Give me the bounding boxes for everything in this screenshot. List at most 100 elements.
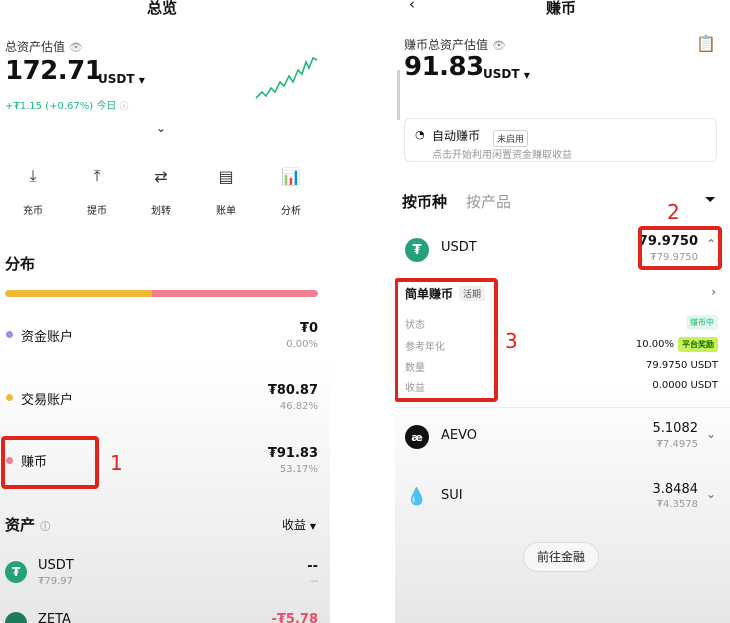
auto-earn-desc: 点击开始利用闲置资金赚取收益 — [432, 150, 572, 161]
chevron-right-icon[interactable]: › — [711, 285, 716, 299]
total-assets-label-text: 总资产估值 — [5, 40, 66, 54]
action-label: 划转 — [151, 206, 171, 217]
filter-icon[interactable]: ⏷ — [705, 192, 716, 208]
chevron-down-icon[interactable]: ⌄ — [706, 487, 716, 501]
status-badge: 赚币中 — [686, 315, 718, 330]
coin-sub-aevo: ₮7.4975 — [656, 439, 698, 450]
info-icon[interactable]: ⓘ — [120, 102, 129, 112]
auto-earn-badge: 未启用 — [493, 127, 529, 147]
asset-value-zeta: -₮5.78 — [271, 612, 318, 623]
caret-down-icon: ▼ — [309, 522, 316, 531]
earn-total-label-text: 赚币总资产估值 — [404, 38, 489, 52]
daily-change-text: +₮1.15 (+0.67%) 今日 — [5, 101, 117, 112]
overview-screen: 总览 总资产估值 👁 172.71 USDT ▼ +₮1.15 (+0.67%)… — [0, 0, 330, 623]
account-name-trading[interactable]: 交易账户 — [21, 389, 73, 408]
action-label: 账单 — [216, 206, 236, 217]
divider — [395, 407, 730, 408]
deposit-icon: ⤓ — [29, 166, 37, 185]
earn-total-value: 91.83 — [404, 52, 484, 82]
tab-by-coin[interactable]: 按币种 — [402, 191, 447, 212]
back-arrow-icon[interactable]: ‹ — [409, 0, 415, 13]
annotation-box-1 — [1, 436, 99, 489]
action-deposit[interactable]: ⤓ 充币 — [5, 158, 61, 217]
daily-change: +₮1.15 (+0.67%) 今日 ⓘ — [5, 97, 129, 112]
detail-value-apr: 10.00% — [635, 339, 674, 350]
page-title: 赚币 — [546, 0, 577, 17]
distribution-bar-earn — [152, 290, 318, 297]
asset-name-usdt[interactable]: USDT — [38, 558, 74, 573]
assets-title: 资产 ⓘ — [5, 514, 50, 535]
total-assets-value: 172.71 — [5, 56, 103, 86]
expand-chevron-icon[interactable]: ⌄ — [156, 121, 166, 135]
platform-reward-badge: 平台奖励 — [678, 337, 718, 352]
currency-label: USDT — [98, 72, 135, 86]
withdraw-icon: ⤒ — [93, 166, 101, 185]
legend-dot — [6, 394, 13, 401]
eye-icon[interactable]: 👁 — [69, 41, 83, 54]
currency-selector[interactable]: USDT ▼ — [98, 72, 145, 86]
account-name-funding[interactable]: 资金账户 — [21, 326, 73, 345]
auto-earn-card[interactable]: ◔ 自动赚币 未启用 点击开始利用闲置资金赚取收益 — [404, 118, 717, 162]
assets-sort-label: 收益 — [282, 518, 307, 532]
tab-by-product[interactable]: 按产品 — [466, 191, 511, 212]
aevo-icon: æ — [405, 425, 429, 449]
account-pct-funding: 0.00% — [286, 339, 318, 350]
distribution-title: 分布 — [5, 255, 36, 273]
coin-amount-sui: 3.8484 — [652, 482, 699, 497]
action-label: 充币 — [23, 206, 43, 217]
account-pct-trading: 46.82% — [279, 401, 318, 412]
scroll-indicator — [397, 70, 400, 120]
assets-title-text: 资产 — [5, 516, 36, 534]
auto-earn-title: 自动赚币 — [432, 129, 481, 143]
auto-earn-icon: ◔ — [415, 128, 425, 141]
earn-total-label: 赚币总资产估值 👁 — [404, 36, 506, 53]
asset-sub-usdt: ₮79.97 — [38, 576, 73, 587]
currency-label: USDT — [483, 67, 520, 81]
zeta-icon — [5, 612, 27, 623]
account-value-funding: ₮0 — [299, 321, 318, 336]
annotation-label-1: 1 — [110, 451, 123, 475]
chevron-down-icon[interactable]: ⌄ — [706, 427, 716, 441]
action-label: 分析 — [281, 206, 301, 217]
coin-name-aevo[interactable]: AEVO — [441, 428, 477, 443]
analysis-icon: 📊 — [281, 166, 301, 186]
sui-icon: 💧 — [406, 487, 428, 507]
account-value-earn: ₮91.83 — [267, 446, 318, 461]
earn-screen: ‹ 赚币 赚币总资产估值 👁 📋 91.83 USDT ▼ ◔ 自动赚币 未启用… — [395, 0, 730, 623]
assets-sort-selector[interactable]: 收益 ▼ — [282, 516, 316, 533]
account-value-trading: ₮80.87 — [267, 383, 318, 398]
page-title: 总览 — [147, 0, 178, 17]
transfer-icon: ⇄ — [154, 166, 168, 186]
caret-down-icon: ▼ — [523, 71, 530, 80]
eye-icon[interactable]: 👁 — [492, 39, 506, 52]
currency-selector[interactable]: USDT ▼ — [483, 67, 530, 81]
coin-amount-aevo: 5.1082 — [652, 421, 699, 436]
action-analysis[interactable]: 📊 分析 — [263, 158, 319, 218]
detail-value-quantity: 79.9750 USDT — [645, 360, 718, 371]
usdt-icon: ₮ — [5, 561, 27, 583]
distribution-bar-trading — [5, 290, 152, 297]
asset-name-zeta[interactable]: ZETA — [38, 612, 71, 623]
detail-value-earnings: 0.0000 USDT — [652, 380, 718, 391]
auto-earn-badge-text: 未启用 — [493, 130, 529, 147]
sparkline-chart — [255, 56, 318, 99]
action-transfer[interactable]: ⇄ 划转 — [133, 158, 189, 218]
total-assets-label: 总资产估值 👁 — [5, 38, 83, 55]
asset-value-usdt: -- — [307, 559, 318, 574]
action-bill[interactable]: ▤ 账单 — [198, 158, 254, 218]
annotation-label-2: 2 — [667, 200, 680, 224]
coin-name-sui[interactable]: SUI — [441, 488, 463, 503]
bill-icon: ▤ — [218, 166, 234, 186]
annotation-box-2 — [638, 226, 722, 270]
action-label: 提币 — [87, 206, 107, 217]
info-icon[interactable]: ⓘ — [40, 522, 50, 533]
asset-value2-usdt: -- — [310, 576, 318, 587]
coin-name-usdt[interactable]: USDT — [441, 240, 477, 255]
annotation-box-3 — [395, 278, 498, 402]
usdt-icon: ₮ — [405, 238, 429, 262]
action-withdraw[interactable]: ⤒ 提币 — [69, 158, 125, 217]
coin-sub-sui: ₮4.3578 — [656, 499, 698, 510]
clipboard-icon[interactable]: 📋 — [696, 34, 716, 53]
go-to-finance-button[interactable]: 前往金融 — [523, 542, 599, 572]
caret-down-icon: ▼ — [138, 76, 145, 85]
